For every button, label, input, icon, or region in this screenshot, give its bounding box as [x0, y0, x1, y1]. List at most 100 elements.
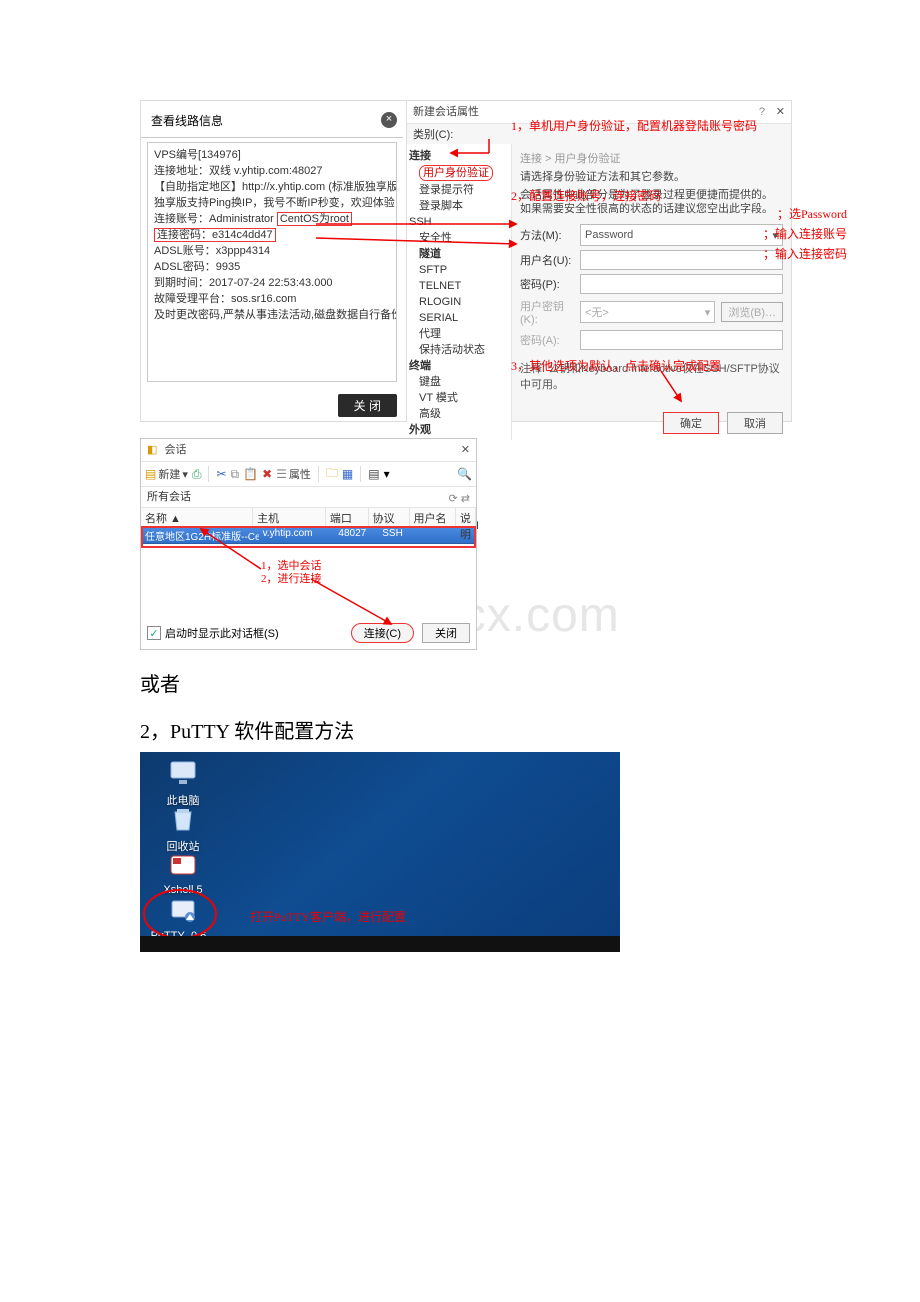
new-button[interactable]: ▤新建▾: [145, 466, 188, 482]
ok-button[interactable]: 确定: [663, 412, 719, 434]
info-line: VPS编号[134976]: [154, 147, 390, 163]
cancel-button[interactable]: 取消: [727, 412, 783, 434]
close-icon[interactable]: ✕: [776, 101, 785, 123]
info-line: ADSL密码：9935: [154, 259, 390, 275]
body-text-or: 或者: [140, 668, 920, 697]
info-line: 【自助指定地区】http://x.yhtip.com (标准版独享版可用): [154, 179, 390, 195]
body-text-putty: 2，PuTTY 软件配置方法: [140, 715, 920, 744]
folder-icon[interactable]: 🗀: [326, 464, 338, 485]
hint-text: 会话属性中此部分是为了登录过程更便捷而提供的。如果需要安全性很高的状态的话建议您…: [520, 188, 783, 220]
tree-item[interactable]: 登录提示符: [409, 182, 509, 198]
cut-icon[interactable]: ✂: [216, 467, 226, 481]
help-icon[interactable]: ?: [759, 101, 765, 123]
tree-item[interactable]: 高级: [409, 406, 509, 422]
startup-label: 启动时显示此对话框(S): [165, 625, 279, 641]
close-button[interactable]: 关 闭: [338, 394, 397, 417]
delete-icon[interactable]: ✖: [262, 467, 272, 481]
info-line: ADSL账号：x3ppp4314: [154, 243, 390, 259]
composite-figure-1: 查看线路信息 × VPS编号[134976] 连接地址：双线 v.yhtip.c…: [140, 100, 792, 422]
vps-info-title-bar: 查看线路信息 ×: [141, 105, 403, 138]
close-icon[interactable]: ✕: [461, 439, 470, 461]
desktop-icon-putty[interactable]: PuTTY_0.6...: [148, 896, 218, 942]
startup-checkbox[interactable]: ✓: [147, 626, 161, 640]
col-port: 端口: [326, 508, 369, 526]
session-title: 会话: [164, 444, 186, 456]
fig3-annotation: 打开PuTTY客户端，进行配置: [250, 908, 406, 925]
session-dialog: ◧ 会话 ✕ ▤新建▾ ⎙ ✂ ⧉ 📋 ✖ ☰属性 🗀 ▦ ▤▾ 🔍: [140, 438, 477, 650]
tree-connection[interactable]: 连接: [409, 148, 509, 164]
session-pathbar: 所有会话 ⟳ ⇄: [141, 487, 476, 508]
info-line: 到期时间：2017-07-24 22:53:43.000: [154, 275, 390, 291]
tree-item[interactable]: SERIAL: [409, 310, 509, 326]
centos-root-highlight: CentOS为root: [277, 212, 352, 226]
tree-ssh[interactable]: SSH: [409, 214, 509, 230]
search-icon[interactable]: 🔍: [457, 467, 472, 481]
view-icon[interactable]: ▦: [342, 467, 353, 481]
tree-appearance[interactable]: 外观: [409, 422, 509, 438]
keypass-label: 密码(A):: [520, 332, 574, 348]
auth-note: 注释: 公钥和Keyboard Interactive仅在SSH/SFTP协议中…: [520, 360, 783, 392]
info-line: 故障受理平台：sos.sr16.com: [154, 291, 390, 307]
method-label: 方法(M):: [520, 227, 574, 243]
info-line: 连接地址：双线 v.yhtip.com:48027: [154, 163, 390, 179]
col-host: 主机: [253, 508, 326, 526]
col-name: 名称 ▲: [141, 508, 253, 526]
path-icons[interactable]: ⟳ ⇄: [449, 489, 471, 509]
desktop-icon-xshell[interactable]: Xshell 5: [148, 850, 218, 896]
col-desc: 说明: [456, 508, 476, 526]
col-proto: 协议: [369, 508, 410, 526]
info-line-password: 连接密码：e314c4dd47: [154, 227, 390, 243]
dialog-titlebar: 新建会话属性 ? ✕: [407, 101, 791, 124]
vps-info-body: VPS编号[134976] 连接地址：双线 v.yhtip.com:48027 …: [147, 142, 397, 382]
col-user: 用户名: [410, 508, 457, 526]
category-label: 类别(C):: [407, 124, 791, 144]
fig2-ann2: 2，进行连接: [261, 570, 322, 586]
copy-icon[interactable]: ⧉: [231, 467, 240, 482]
session-titlebar: ◧ 会话 ✕: [141, 439, 476, 462]
user-label: 用户名(U):: [520, 252, 574, 268]
password-input[interactable]: [580, 274, 783, 294]
session-list-header: 名称 ▲ 主机 端口 协议 用户名 说明: [141, 508, 476, 527]
pass-label: 密码(P):: [520, 276, 574, 292]
keypass-input: [580, 330, 783, 350]
tree-item[interactable]: 登录脚本: [409, 198, 509, 214]
chevron-down-icon: ▾: [772, 229, 778, 242]
auth-panel: 连接 > 用户身份验证 请选择身份验证方法和其它参数。 会话属性中此部分是为了登…: [512, 144, 791, 440]
tree-item[interactable]: 保持活动状态: [409, 342, 509, 358]
tree-item[interactable]: 键盘: [409, 374, 509, 390]
vps-info-window: 查看线路信息 × VPS编号[134976] 连接地址：双线 v.yhtip.c…: [141, 101, 403, 421]
close-button[interactable]: 关闭: [422, 623, 470, 643]
tree-item[interactable]: 代理: [409, 326, 509, 342]
session-toolbar: ▤新建▾ ⎙ ✂ ⧉ 📋 ✖ ☰属性 🗀 ▦ ▤▾ 🔍: [141, 462, 476, 487]
dialog-title: 新建会话属性: [413, 106, 479, 118]
desktop-icon-recycle[interactable]: 回收站: [148, 804, 218, 854]
tree-item[interactable]: 安全性: [409, 230, 509, 246]
paste-icon[interactable]: 📋: [243, 467, 258, 481]
tree-auth[interactable]: 用户身份验证: [419, 165, 493, 181]
key-label: 用户密钥(K):: [520, 298, 574, 326]
toolbar-icon[interactable]: ⎙: [192, 467, 202, 482]
username-input[interactable]: [580, 250, 783, 270]
info-line-account: 连接账号：Administrator CentOS为root: [154, 211, 390, 227]
session-row[interactable]: 任意地区1G2H标准版--Centos… v.yhtip.com 48027 S…: [141, 527, 476, 544]
method-select[interactable]: Password▾: [580, 224, 783, 246]
hint-text: 请选择身份验证方法和其它参数。: [520, 170, 783, 188]
tree-item[interactable]: TELNET: [409, 278, 509, 294]
info-line: 及时更改密码,严禁从事违法活动,磁盘数据自行备份!: [154, 307, 390, 323]
tree-item[interactable]: SFTP: [409, 262, 509, 278]
properties-button[interactable]: ☰属性: [276, 466, 311, 482]
desktop-icon-pc[interactable]: 此电脑: [148, 758, 218, 808]
key-select: <无>▾: [580, 301, 715, 323]
list-icon[interactable]: ▤: [368, 467, 379, 481]
app-icon: ◧: [147, 444, 157, 456]
desktop-screenshot: 此电脑 回收站 Xshell 5 PuTTY_0.6... 打开PuTTY客户端…: [140, 752, 620, 952]
tree-item[interactable]: VT 模式: [409, 390, 509, 406]
category-tree[interactable]: 连接 用户身份验证 登录提示符 登录脚本 SSH 安全性 隧道 SFTP TEL…: [407, 144, 512, 440]
close-icon[interactable]: ×: [381, 112, 397, 128]
vps-info-title: 查看线路信息: [151, 114, 223, 128]
tree-tunnel[interactable]: 隧道: [409, 246, 509, 262]
connect-button[interactable]: 连接(C): [351, 623, 414, 643]
fig2-ann1: 1，选中会话: [261, 557, 322, 573]
tree-terminal[interactable]: 终端: [409, 358, 509, 374]
tree-item[interactable]: RLOGIN: [409, 294, 509, 310]
